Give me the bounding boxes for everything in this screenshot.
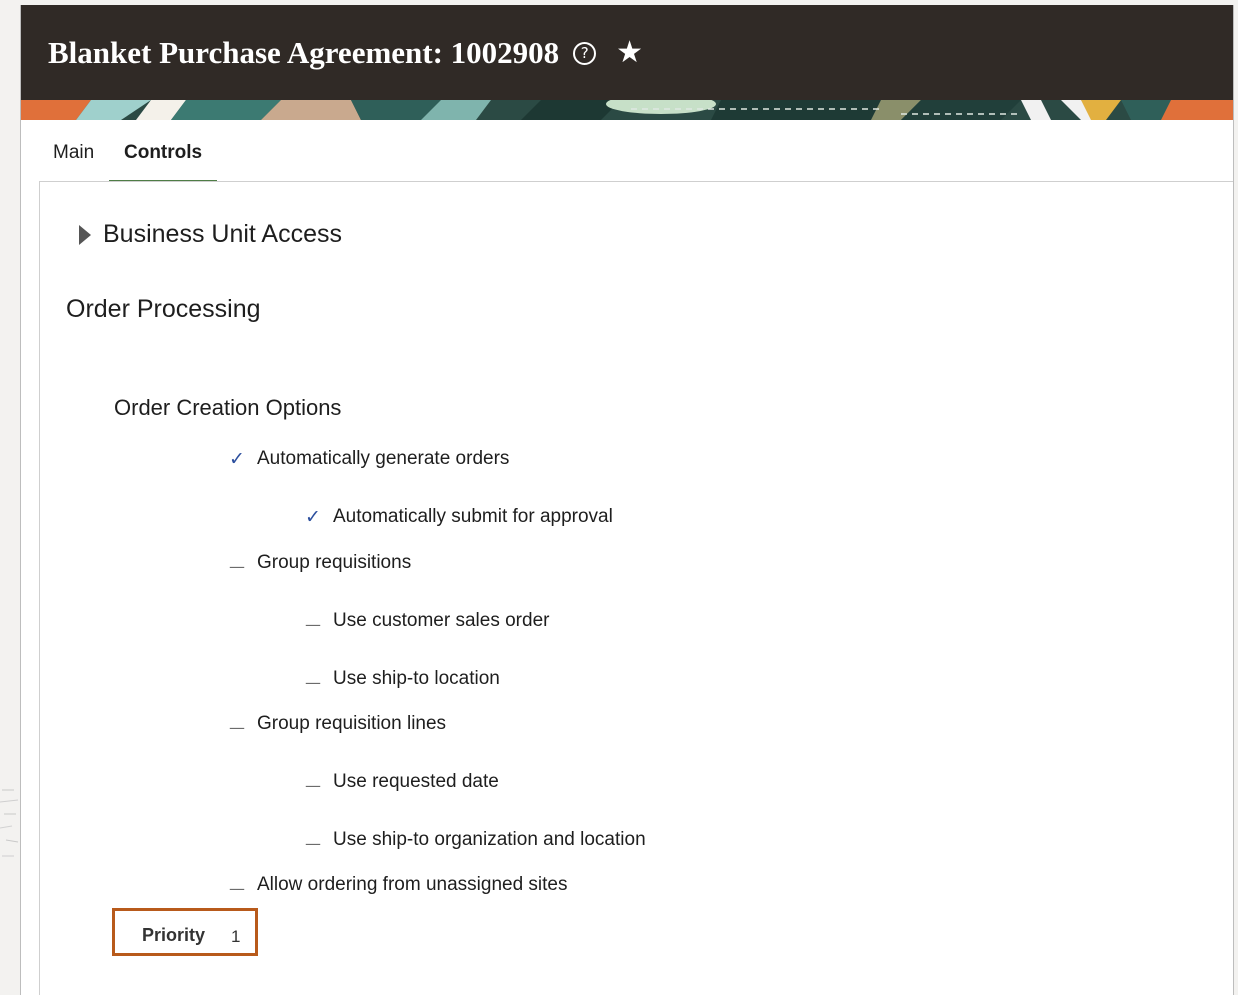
business-unit-access-heading: Business Unit Access: [103, 220, 342, 248]
page-title-row: Blanket Purchase Agreement: 1002908 ? ★: [48, 35, 643, 71]
background-decoration: [0, 770, 20, 880]
option-label: Group requisition lines: [257, 713, 447, 734]
priority-highlight-box: Priority 1: [112, 908, 258, 956]
business-unit-access-toggle[interactable]: Business Unit Access: [79, 220, 342, 249]
tab-main[interactable]: Main: [53, 142, 94, 164]
option-group-requisition-lines: — Group requisition lines: [227, 713, 447, 737]
option-automatically-submit-for-approval: ✓ Automatically submit for approval: [303, 506, 613, 528]
option-label: Allow ordering from unassigned sites: [257, 874, 568, 895]
unchecked-dash-icon: —: [305, 614, 321, 634]
tab-controls[interactable]: Controls: [124, 142, 202, 164]
unchecked-dash-icon: —: [229, 556, 245, 576]
option-label: Use customer sales order: [333, 610, 550, 631]
option-automatically-generate-orders: ✓ Automatically generate orders: [227, 448, 509, 470]
priority-label: Priority: [142, 925, 206, 945]
tab-bar: Main Controls: [21, 120, 1233, 187]
help-icon[interactable]: ?: [573, 41, 597, 65]
favorite-star-icon[interactable]: ★: [616, 38, 643, 68]
order-creation-options-heading: Order Creation Options: [114, 395, 342, 420]
unchecked-dash-icon: —: [305, 833, 321, 853]
option-label: Automatically generate orders: [257, 448, 510, 469]
option-allow-ordering-from-unassigned-sites: — Allow ordering from unassigned sites: [227, 874, 568, 898]
unchecked-dash-icon: —: [305, 672, 321, 692]
unchecked-dash-icon: —: [229, 878, 245, 898]
checkmark-icon: ✓: [305, 506, 321, 528]
option-label: Use requested date: [333, 771, 499, 792]
expand-triangle-icon: [79, 224, 91, 245]
option-use-customer-sales-order: — Use customer sales order: [303, 610, 550, 634]
unchecked-dash-icon: —: [229, 717, 245, 737]
decorative-banner: [21, 94, 1233, 120]
option-use-ship-to-organization-and-location: — Use ship-to organization and location: [303, 829, 646, 853]
option-label: Use ship-to organization and location: [333, 829, 646, 850]
option-label: Automatically submit for approval: [333, 506, 613, 527]
option-use-ship-to-location: — Use ship-to location: [303, 668, 500, 692]
priority-value: 1: [231, 927, 241, 946]
page-header: Blanket Purchase Agreement: 1002908 ? ★: [21, 5, 1233, 100]
option-group-requisitions: — Group requisitions: [227, 552, 412, 576]
agreement-window: Blanket Purchase Agreement: 1002908 ? ★: [20, 5, 1234, 995]
page-title: Blanket Purchase Agreement: 1002908: [48, 35, 560, 70]
unchecked-dash-icon: —: [305, 775, 321, 795]
option-use-requested-date: — Use requested date: [303, 771, 499, 795]
controls-panel: Business Unit Access Order Processing Or…: [39, 181, 1233, 995]
option-label: Group requisitions: [257, 552, 412, 573]
order-processing-heading: Order Processing: [66, 295, 261, 323]
option-label: Use ship-to location: [333, 668, 500, 689]
checkmark-icon: ✓: [229, 448, 245, 470]
